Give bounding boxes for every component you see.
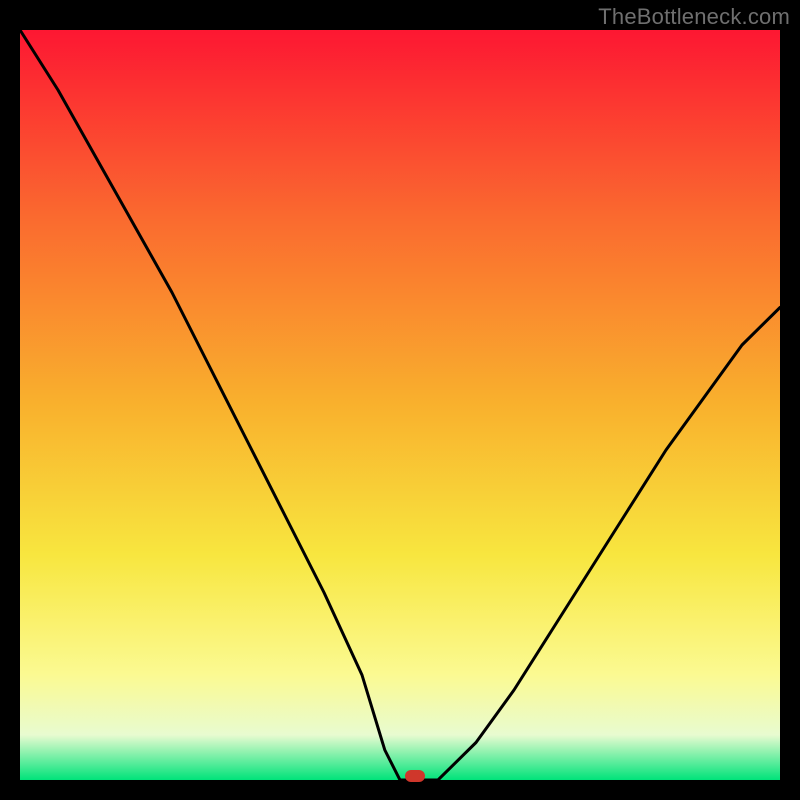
bottleneck-chart bbox=[20, 30, 780, 780]
watermark-text: TheBottleneck.com bbox=[598, 4, 790, 30]
chart-frame: TheBottleneck.com bbox=[0, 0, 800, 800]
gradient-background bbox=[20, 30, 780, 780]
plot-area bbox=[20, 30, 780, 780]
optimal-point-marker bbox=[405, 770, 425, 782]
